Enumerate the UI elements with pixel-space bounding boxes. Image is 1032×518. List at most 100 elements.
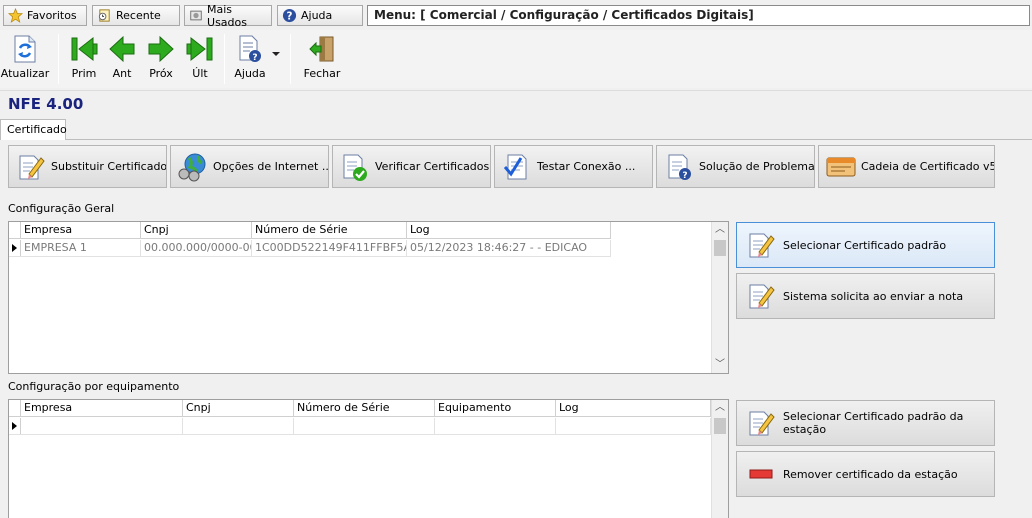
column-header-cnpj[interactable]: Cnpj: [141, 222, 252, 238]
ant-label: Ant: [112, 67, 132, 80]
test-connection-icon: [503, 154, 527, 179]
verificar-certificados-label: Verificar Certificados ...: [375, 160, 491, 173]
vertical-scrollbar[interactable]: ︿ ﹀: [711, 222, 728, 373]
ajuda-dropdown-arrow-icon[interactable]: [272, 52, 280, 56]
selecionar-certificado-padrao-label: Selecionar Certificado padrão: [783, 238, 947, 252]
prox-label: Próx: [149, 67, 173, 80]
toolbar-separator: [290, 34, 291, 84]
cadeia-certificado-button[interactable]: Cadeia de Certificado v5 ...: [818, 145, 995, 188]
ajuda-top-button[interactable]: ? Ajuda: [277, 5, 363, 26]
svg-text:?: ?: [287, 10, 293, 22]
next-record-icon: [148, 35, 174, 63]
column-header-empresa[interactable]: Empresa: [21, 222, 141, 238]
help-icon: ?: [282, 8, 297, 22]
substituir-certificado-label: Substituir Certificado ...: [51, 160, 167, 173]
cell-numero-serie: [294, 418, 435, 434]
substituir-certificado-button[interactable]: Substituir Certificado ...: [8, 145, 167, 188]
fechar-label: Fechar: [303, 67, 341, 80]
sistema-solicita-button[interactable]: Sistema solicita ao enviar a nota: [736, 273, 995, 319]
mais-usados-label: Mais Usados: [207, 2, 247, 29]
configuracao-equipamento-label: Configuração por equipamento: [8, 380, 180, 393]
column-header-log[interactable]: Log: [556, 400, 711, 416]
help-document-icon: ?: [239, 35, 261, 63]
column-header-cnpj[interactable]: Cnpj: [183, 400, 294, 416]
scroll-up-icon[interactable]: ︿: [712, 400, 728, 416]
menu-path-breadcrumb: Menu: [ Comercial / Configuração / Certi…: [367, 5, 1030, 26]
favoritos-label: Favoritos: [27, 9, 77, 22]
cell-cnpj: 00.000.000/0000-00: [141, 240, 252, 256]
column-header-numero-serie[interactable]: Número de Série: [252, 222, 407, 238]
column-header-equipamento[interactable]: Equipamento: [435, 400, 556, 416]
cell-log: [556, 418, 711, 434]
scroll-up-icon[interactable]: ︿: [712, 222, 728, 238]
scroll-thumb[interactable]: [714, 240, 726, 256]
verificar-certificados-button[interactable]: Verificar Certificados ...: [332, 145, 491, 188]
refresh-icon: [14, 35, 36, 63]
testar-conexao-button[interactable]: Testar Conexão ...: [494, 145, 653, 188]
ult-button[interactable]: Últ: [177, 32, 223, 80]
column-header-numero-serie[interactable]: Número de Série: [294, 400, 435, 416]
selecionar-certificado-padrao-button[interactable]: Selecionar Certificado padrão: [736, 222, 995, 268]
ajuda-toolbar-label: Ajuda: [234, 67, 266, 80]
sistema-solicita-label: Sistema solicita ao enviar a nota: [783, 289, 964, 303]
favoritos-button[interactable]: Favoritos: [3, 5, 87, 26]
toolbar-separator: [224, 34, 225, 84]
selecionar-certificado-estacao-label: Selecionar Certificado padrão da estação: [783, 410, 964, 436]
remover-certificado-estacao-label: Remover certificado da estação: [783, 467, 958, 481]
atualizar-button[interactable]: Atualizar: [0, 32, 50, 80]
last-record-icon: [186, 36, 213, 62]
page-title: NFE 4.00: [8, 95, 84, 113]
configuracao-geral-label: Configuração Geral: [8, 202, 115, 215]
scroll-thumb[interactable]: [714, 418, 726, 434]
column-header-log[interactable]: Log: [407, 222, 611, 238]
cell-cnpj: [183, 418, 294, 434]
toolbar-separator: [58, 34, 59, 84]
svg-text:?: ?: [682, 171, 687, 181]
scroll-down-icon[interactable]: ﹀: [712, 357, 728, 373]
solucao-problemas-label: Solução de Problemas ...: [699, 160, 815, 173]
cell-empresa: [21, 418, 183, 434]
svg-text:?: ?: [252, 53, 257, 63]
opcoes-internet-label: Opções de Internet ...: [213, 160, 329, 173]
tab-certificado[interactable]: Certificado: [0, 119, 67, 140]
cell-log: 05/12/2023 18:46:27 - - EDICAO: [407, 240, 611, 256]
tab-strip: Certificado: [0, 119, 1032, 140]
atualizar-label: Atualizar: [0, 67, 50, 80]
row-indicator-header: [9, 400, 21, 416]
recente-label: Recente: [116, 9, 161, 22]
configuracao-equipamento-grid[interactable]: Empresa Cnpj Número de Série Equipamento…: [8, 399, 729, 518]
ajuda-top-label: Ajuda: [301, 9, 333, 22]
cell-empresa: EMPRESA 1: [21, 240, 141, 256]
edit-document-icon: [749, 284, 775, 309]
mais-usados-button[interactable]: Mais Usados: [184, 2, 272, 29]
column-header-empresa[interactable]: Empresa: [21, 400, 183, 416]
table-row[interactable]: [9, 418, 711, 435]
new-row-indicator-icon: [9, 418, 21, 434]
fechar-button[interactable]: Fechar: [299, 32, 345, 80]
top-navigation-bar: Favoritos Recente Mais Usados ? Ajuda Me…: [0, 0, 1032, 29]
ajuda-toolbar-button[interactable]: ? Ajuda: [227, 32, 273, 80]
remover-certificado-estacao-button[interactable]: Remover certificado da estação: [736, 451, 995, 497]
cadeia-certificado-label: Cadeia de Certificado v5 ...: [861, 160, 994, 173]
vertical-scrollbar[interactable]: ︿: [711, 400, 728, 518]
internet-options-icon: [178, 153, 206, 181]
remove-icon: [749, 469, 773, 479]
recente-button[interactable]: Recente: [92, 5, 180, 26]
configuracao-equipamento-header: Empresa Cnpj Número de Série Equipamento…: [9, 400, 711, 417]
solucao-problemas-button[interactable]: ? Solução de Problemas ...: [656, 145, 815, 188]
table-row[interactable]: EMPRESA 1 00.000.000/0000-00 1C00DD52214…: [9, 240, 611, 257]
cell-equipamento: [435, 418, 556, 434]
troubleshoot-icon: ?: [668, 154, 691, 181]
selecionar-certificado-estacao-button[interactable]: Selecionar Certificado padrão da estação: [736, 400, 995, 446]
current-row-indicator-icon: [9, 240, 21, 256]
opcoes-internet-button[interactable]: Opções de Internet ...: [170, 145, 329, 188]
prim-label: Prim: [71, 67, 97, 80]
certificate-chain-icon: [826, 157, 856, 176]
configuracao-geral-header: Empresa Cnpj Número de Série Log: [9, 222, 611, 239]
title-bar: NFE 4.00: [0, 90, 1032, 118]
ult-label: Últ: [192, 67, 208, 80]
configuracao-geral-grid[interactable]: Empresa Cnpj Número de Série Log EMPRESA…: [8, 221, 729, 374]
most-used-icon: [190, 10, 202, 21]
row-indicator-header: [9, 222, 21, 238]
edit-document-icon: [749, 411, 775, 436]
